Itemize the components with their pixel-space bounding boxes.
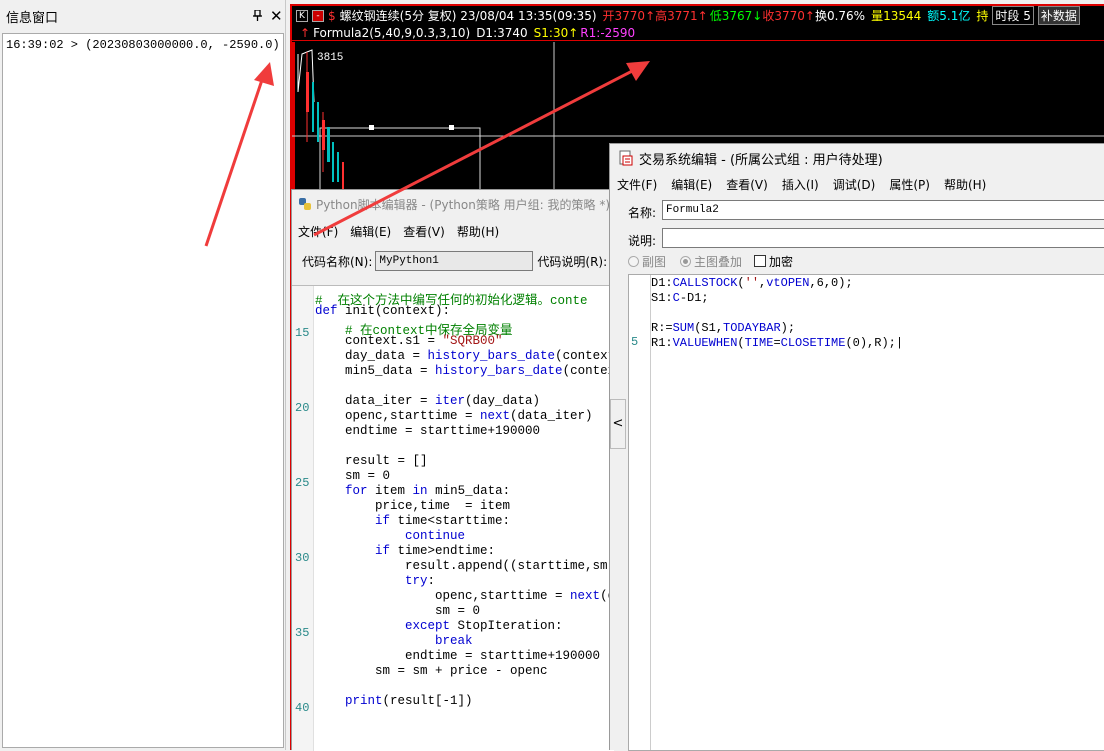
low-price: 低3767 bbox=[709, 9, 753, 23]
encrypt-label: 加密 bbox=[769, 254, 794, 269]
python-editor-window[interactable]: Python脚本编辑器 - (Python策略 用户组: 我的策略 *) 文件(… bbox=[291, 189, 614, 751]
code-line: day_data = history_bars_date(context.s bbox=[315, 349, 614, 363]
up-arrow-icon: ↑ bbox=[568, 25, 579, 40]
menu-file[interactable]: 文件(F) bbox=[617, 176, 657, 193]
document-icon bbox=[619, 150, 633, 166]
radio-sub-chart-label: 副图 bbox=[642, 254, 667, 269]
code-line: sm = sm + price - openc bbox=[315, 664, 548, 678]
radio-sub-chart[interactable] bbox=[628, 255, 639, 267]
minus-button[interactable]: - bbox=[312, 9, 324, 22]
r1-value: R1:-2590 bbox=[580, 25, 636, 40]
line-number: 40 bbox=[295, 701, 310, 715]
d1-value: D1:3740 bbox=[476, 25, 528, 40]
pin-icon[interactable] bbox=[253, 9, 262, 24]
high-price: 高3771 bbox=[655, 9, 698, 23]
description-label: 说明: bbox=[628, 234, 657, 248]
info-panel-title: 信息窗口 bbox=[6, 10, 59, 26]
annotation-arrow-left bbox=[204, 62, 274, 247]
period-button[interactable]: 时段 5 bbox=[992, 6, 1034, 25]
line-number: 20 bbox=[295, 401, 310, 415]
volume: 量13544 bbox=[871, 9, 922, 23]
code-line: print(result[-1]) bbox=[345, 694, 473, 708]
formula-editor-titlebar[interactable]: 交易系统编辑 - (所属公式组 : 用户待处理) bbox=[610, 144, 1104, 172]
code-line: context.s1 = "SQRB00" bbox=[315, 334, 503, 348]
code-line: if time>endtime: bbox=[375, 544, 496, 558]
python-editor-toolbar: 代码名称(N): MyPython1 代码说明(R): bbox=[292, 248, 614, 274]
display-options: 副图 主图叠加 加密 bbox=[628, 252, 793, 270]
formula-editor-menubar: 文件(F) 编辑(E) 查看(V) 插入(I) 调试(D) 属性(P) 帮助(H… bbox=[610, 173, 993, 195]
formula-code-editor[interactable]: 5 D1:CALLSTOCK('',vtOPEN,6,0); S1:C-D1; … bbox=[628, 274, 1104, 751]
code-line: if time<starttime: bbox=[375, 514, 511, 528]
up-arrow-icon: ↑ bbox=[697, 8, 708, 23]
line-number: 5 bbox=[631, 335, 639, 349]
code-name-input[interactable]: MyPython1 bbox=[375, 251, 534, 271]
supplement-data-button[interactable]: 补数据 bbox=[1037, 6, 1080, 25]
code-name-label: 代码名称(N): bbox=[302, 254, 373, 269]
formula-line-d1: D1:CALLSTOCK('',vtOPEN,6,0); bbox=[651, 276, 853, 290]
code-line: break bbox=[435, 634, 473, 648]
close-price: 收3770 bbox=[762, 9, 805, 23]
s1-value: S1:30 bbox=[533, 25, 569, 40]
code-line: result.append((starttime,sm)) bbox=[315, 559, 614, 573]
line-number: 30 bbox=[295, 551, 310, 565]
formula-line-r1: R1:VALUEWHEN(TIME=CLOSETIME(0),R);| bbox=[651, 336, 904, 350]
menu-edit[interactable]: 编辑(E) bbox=[671, 176, 712, 193]
annotation-arrow-right bbox=[313, 61, 650, 237]
open-price: 开3770 bbox=[602, 9, 646, 23]
line-number: 25 bbox=[295, 476, 310, 490]
down-arrow-icon: ↓ bbox=[752, 8, 763, 23]
name-input[interactable]: Formula2 bbox=[662, 200, 1104, 220]
code-line: except StopIteration: bbox=[405, 619, 563, 633]
code-line: openc,starttime = next(data_iter) bbox=[315, 409, 593, 423]
turnover: 换0.76% bbox=[814, 9, 866, 23]
formula-line-s1: S1:C-D1; bbox=[651, 291, 709, 305]
code-line: continue bbox=[405, 529, 466, 543]
up-arrow-icon: ↑ bbox=[300, 25, 311, 40]
python-code-editor[interactable]: 15 20 25 30 35 40 # 在这个方法中编写任何的初始化逻辑。con… bbox=[292, 285, 614, 751]
code-line: price,time = item bbox=[315, 499, 511, 513]
formula-editor-title: 交易系统编辑 - (所属公式组 : 用户待处理) bbox=[639, 152, 883, 168]
amount: 额5.1亿 bbox=[927, 9, 971, 23]
code-line: sm = 0 bbox=[315, 469, 391, 483]
hold: 持 bbox=[976, 9, 989, 23]
code-line: sm = 0 bbox=[315, 604, 481, 618]
name-label: 名称: bbox=[628, 206, 657, 220]
radio-main-overlay[interactable] bbox=[680, 255, 692, 267]
up-arrow-icon: ↑ bbox=[804, 8, 815, 23]
code-line: endtime = starttime+190000 bbox=[315, 424, 541, 438]
code-line: openc,starttime = next(dat bbox=[315, 589, 614, 603]
menu-insert[interactable]: 插入(I) bbox=[782, 176, 819, 193]
info-panel-header: 信息窗口 bbox=[0, 0, 286, 32]
up-arrow-icon: ↑ bbox=[645, 8, 656, 23]
description-input[interactable] bbox=[662, 228, 1104, 248]
formula-indicator-bar: ↑ Formula2(5,40,9,0.3,3,10) D1:3740 S1:3… bbox=[292, 25, 1104, 41]
log-line: 16:39:02 > (20230803000000.0, -2590.0) bbox=[6, 38, 280, 52]
k-button[interactable]: K bbox=[296, 9, 308, 22]
menu-help[interactable]: 帮助(H) bbox=[944, 176, 986, 193]
code-line: for item in min5_data: bbox=[345, 484, 511, 498]
chart-title: 螺纹钢连续(5分 复权) 23/08/04 13:35(09:35) bbox=[339, 9, 597, 23]
code-desc-label: 代码说明(R): bbox=[537, 254, 608, 269]
line-number-gutter bbox=[292, 286, 314, 751]
encrypt-checkbox[interactable] bbox=[754, 255, 767, 267]
code-line: endtime = starttime+190000 bbox=[315, 649, 601, 663]
code-line: def init(context): bbox=[315, 304, 451, 318]
dollar-icon: $ bbox=[328, 8, 336, 23]
close-icon[interactable]: ✕ bbox=[270, 7, 283, 25]
line-number: 35 bbox=[295, 626, 310, 640]
formula-params: Formula2(5,40,9,0.3,3,10) bbox=[313, 25, 471, 40]
formula-line-r: R:=SUM(S1,TODAYBAR); bbox=[651, 321, 796, 335]
code-line: try: bbox=[405, 574, 436, 588]
menu-view[interactable]: 查看(V) bbox=[726, 176, 768, 193]
radio-main-overlay-label: 主图叠加 bbox=[694, 254, 743, 269]
formula-editor-window[interactable]: 交易系统编辑 - (所属公式组 : 用户待处理) 文件(F) 编辑(E) 查看(… bbox=[609, 143, 1104, 751]
collapse-side-button[interactable]: < bbox=[610, 399, 626, 449]
code-line: min5_data = history_bars_date(context. bbox=[315, 364, 614, 378]
menu-debug[interactable]: 调试(D) bbox=[833, 176, 876, 193]
code-line: data_iter = iter(day_data) bbox=[315, 394, 541, 408]
menu-properties[interactable]: 属性(P) bbox=[889, 176, 930, 193]
code-line: result = [] bbox=[315, 454, 428, 468]
line-number: 15 bbox=[295, 326, 310, 340]
chart-title-bar: K - $ 螺纹钢连续(5分 复权) 23/08/04 13:35(09:35)… bbox=[292, 6, 1104, 25]
